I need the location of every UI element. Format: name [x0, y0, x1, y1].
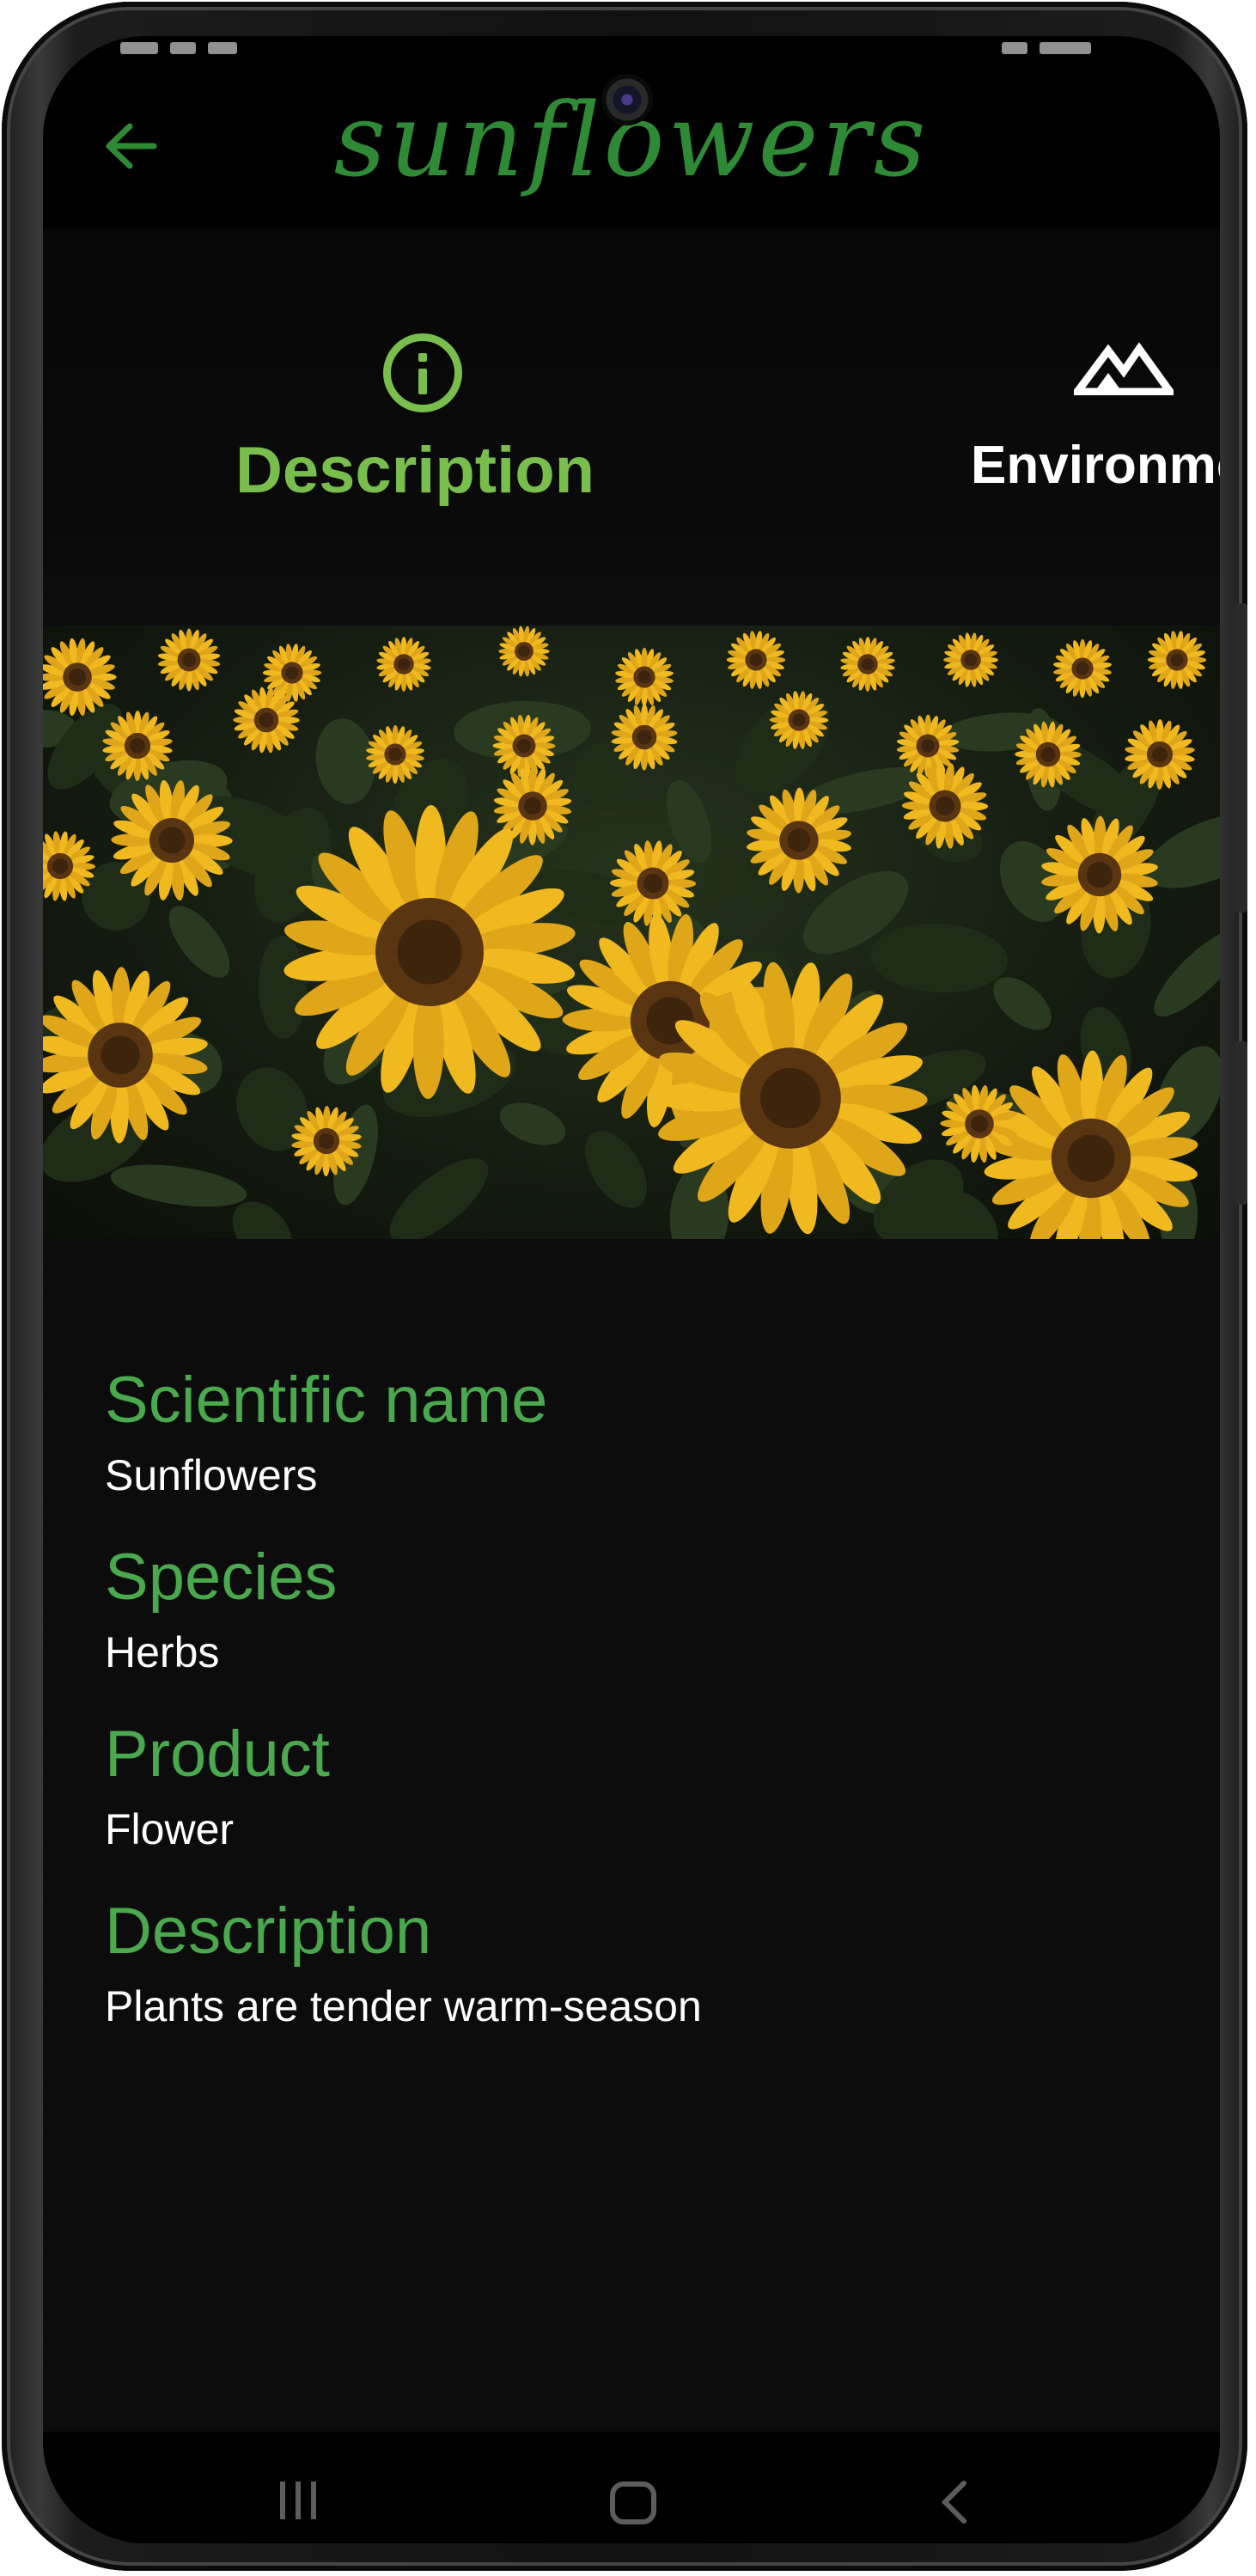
- sunflower: [726, 631, 786, 689]
- home-icon[interactable]: [610, 2481, 656, 2524]
- sunflower: [1053, 638, 1112, 699]
- tab-label-environment: Environmer: [971, 436, 1220, 495]
- tab-bar: Description Environmer: [43, 229, 1220, 572]
- chevron-left-icon[interactable]: [940, 2480, 969, 2524]
- species-label: Species: [105, 1541, 338, 1614]
- status-bar-right: [1002, 40, 1091, 57]
- sunflower-field-illustration: [43, 626, 1220, 1239]
- sunflower: [1147, 631, 1207, 689]
- mountain-icon: [1074, 342, 1174, 395]
- plant-details: Scientific name Sunflowers Species Herbs…: [105, 1368, 1136, 2076]
- status-bar-left: [120, 40, 237, 57]
- tab-label-description: Description: [235, 434, 595, 507]
- screen: sunflowers Description Environmer Scien: [43, 36, 1220, 2543]
- tab-environment[interactable]: Environmer: [902, 229, 1220, 572]
- tab-description[interactable]: Description: [95, 229, 594, 572]
- scientific-name-value: Sunflowers: [105, 1451, 318, 1499]
- info-circle-icon: [383, 333, 462, 412]
- recents-icon[interactable]: [280, 2481, 316, 2519]
- front-camera: [601, 74, 653, 125]
- product-value: Flower: [105, 1805, 235, 1853]
- sunflower: [498, 626, 550, 677]
- power-button: [1235, 1041, 1247, 1205]
- volume-button: [1235, 603, 1247, 913]
- sunflower: [376, 637, 431, 692]
- sunflower: [943, 632, 998, 687]
- system-nav-bar: [43, 2432, 1220, 2543]
- sunflower: [157, 628, 221, 692]
- sunflower-field-image: [43, 626, 1220, 1239]
- app-bar: sunflowers: [43, 36, 1220, 229]
- product-label: Product: [105, 1718, 330, 1791]
- description-value: Plants are tender warm-season: [105, 1982, 702, 2030]
- species-value: Herbs: [105, 1628, 220, 1676]
- sunflower: [615, 647, 674, 707]
- sunflower: [43, 967, 208, 1144]
- description-label: Description: [105, 1895, 432, 1968]
- scientific-name-label: Scientific name: [105, 1364, 548, 1437]
- sunflower: [840, 637, 895, 692]
- phone-frame: sunflowers Description Environmer Scien: [2, 2, 1247, 2571]
